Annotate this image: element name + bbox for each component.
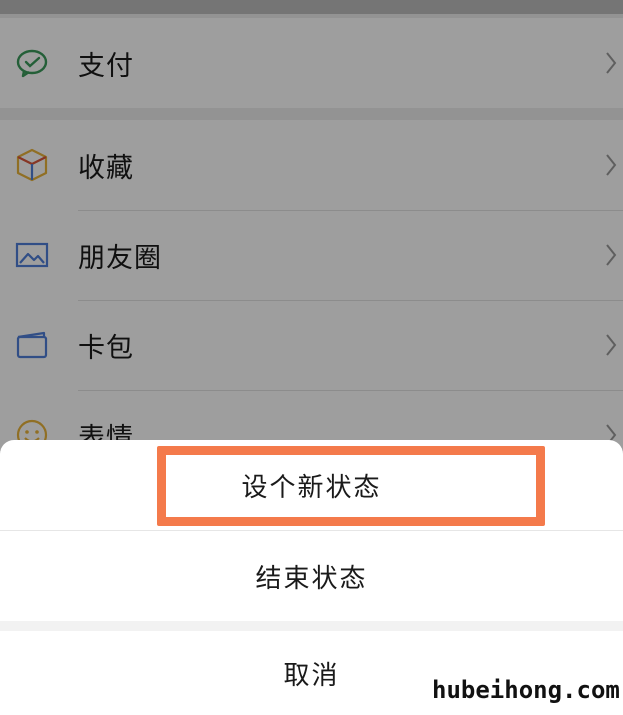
set-new-status-button[interactable]: 设个新状态 xyxy=(0,440,623,530)
sheet-gap xyxy=(0,621,623,631)
watermark-text: hubeihong.com xyxy=(432,676,620,704)
status-action-sheet: 设个新状态 结束状态 取消 xyxy=(0,440,623,715)
end-status-button[interactable]: 结束状态 xyxy=(0,531,623,621)
